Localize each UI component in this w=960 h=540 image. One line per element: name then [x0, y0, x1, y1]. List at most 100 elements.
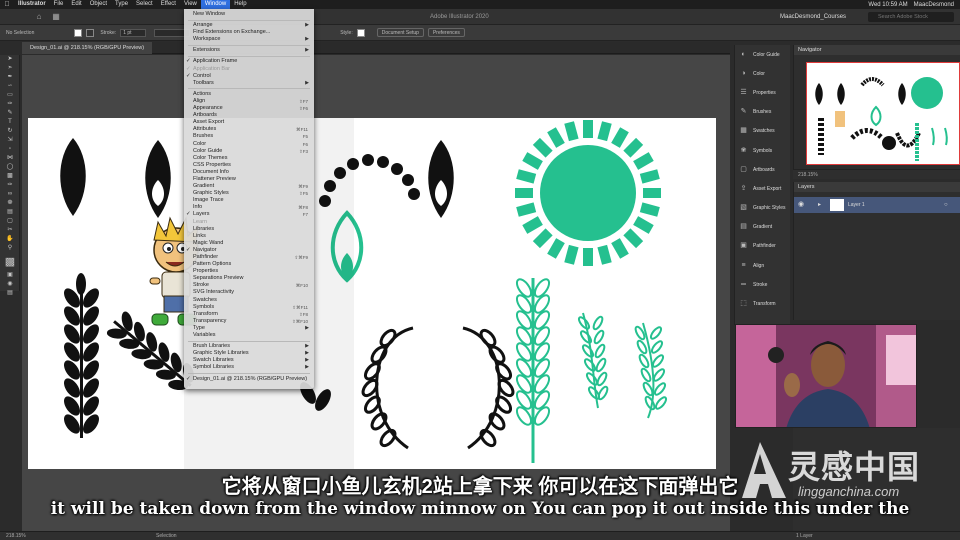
fill-swatch[interactable] — [74, 28, 83, 37]
menu-help[interactable]: Help — [230, 0, 250, 9]
window-menu-item-libraries[interactable]: Libraries — [184, 226, 314, 233]
window-menu-item-brush-libraries[interactable]: Brush Libraries ▶ — [184, 343, 314, 350]
window-menu-item-separations-preview[interactable]: Separations Preview — [184, 275, 314, 282]
window-menu-item-brushes[interactable]: Brushes F5 — [184, 133, 314, 140]
artboard-tool-icon[interactable]: ▢ — [0, 217, 20, 226]
window-menu-item-image-trace[interactable]: Image Trace — [184, 197, 314, 204]
menu-window[interactable]: Window — [200, 0, 231, 9]
eraser-tool-icon[interactable]: ▫ — [0, 145, 20, 154]
color-mode-icon[interactable]: ▣ — [0, 271, 20, 280]
window-menu-item-color-themes[interactable]: Color Themes — [184, 155, 314, 162]
window-menu-item-swatches[interactable]: Swatches — [184, 297, 314, 304]
document-tab[interactable]: Design_01.ai @ 218.15% (RGB/GPU Preview) — [22, 42, 153, 54]
window-menu-item-color[interactable]: Color F6 — [184, 141, 314, 148]
window-menu-item-navigator[interactable]: Navigator — [184, 247, 314, 254]
rectangle-tool-icon[interactable]: ▭ — [0, 91, 20, 100]
window-menu-item-find-extensions-on-exchange[interactable]: Find Extensions on Exchange... — [184, 29, 314, 36]
window-menu-item-css-properties[interactable]: CSS Properties — [184, 162, 314, 169]
preferences-button[interactable]: Preferences — [427, 28, 465, 37]
slice-tool-icon[interactable]: ✂ — [0, 226, 20, 235]
window-menu-item-extensions[interactable]: Extensions ▶ — [184, 47, 314, 54]
window-menu-item-properties[interactable]: Properties — [184, 268, 314, 275]
window-menu-item-variables[interactable]: Variables — [184, 332, 314, 339]
draw-mode-icon[interactable]: ◉ — [0, 280, 20, 289]
menu-type[interactable]: Type — [111, 0, 132, 9]
style-swatch[interactable] — [356, 28, 365, 37]
curvature-tool-icon[interactable]: ∽ — [0, 82, 20, 91]
window-menu-item-application-frame[interactable]: Application Frame — [184, 58, 314, 65]
dock-item-swatches[interactable]: ▦ Swatches — [735, 122, 790, 141]
window-menu-item-links[interactable]: Links — [184, 233, 314, 240]
dock-item-color[interactable]: ◑ Color — [735, 64, 790, 83]
dock-item-pathfinder[interactable]: ▣ Pathfinder — [735, 237, 790, 256]
type-tool-icon[interactable]: T — [0, 118, 20, 127]
stock-search-input[interactable]: Search Adobe Stock — [868, 12, 954, 22]
dock-item-stroke[interactable]: ═ Stroke — [735, 275, 790, 294]
window-menu-item-graphic-style-libraries[interactable]: Graphic Style Libraries ▶ — [184, 350, 314, 357]
user-name[interactable]: MaacDesmond — [914, 2, 954, 8]
window-menu-item-control[interactable]: Control — [184, 73, 314, 80]
artboard[interactable] — [28, 118, 716, 469]
menu-edit[interactable]: Edit — [67, 0, 85, 9]
dock-item-brushes[interactable]: ✎ Brushes — [735, 103, 790, 122]
shape-builder-tool-icon[interactable]: ◯ — [0, 163, 20, 172]
direct-selection-tool-icon[interactable]: ➣ — [0, 64, 20, 73]
rotate-tool-icon[interactable]: ↻ — [0, 127, 20, 136]
arrange-documents-icon[interactable]: ▦ — [48, 12, 64, 21]
scale-tool-icon[interactable]: ⇲ — [0, 136, 20, 145]
dock-item-gradient[interactable]: ▤ Gradient — [735, 218, 790, 237]
window-menu-item-color-guide[interactable]: Color Guide ⇧F3 — [184, 148, 314, 155]
window-menu-item-graphic-styles[interactable]: Graphic Styles ⇧F5 — [184, 190, 314, 197]
dock-item-color-guide[interactable]: ◐ Color Guide — [735, 45, 790, 64]
dock-item-artboards[interactable]: ▢ Artboards — [735, 160, 790, 179]
window-menu-item-workspace[interactable]: Workspace ▶ — [184, 36, 314, 43]
blend-tool-icon[interactable]: ∞ — [0, 190, 20, 199]
window-menu-item-swatch-libraries[interactable]: Swatch Libraries ▶ — [184, 357, 314, 364]
window-menu-item-magic-wand[interactable]: Magic Wand — [184, 240, 314, 247]
window-menu-item-flattener-preview[interactable]: Flattener Preview — [184, 176, 314, 183]
pen-tool-icon[interactable]: ✒ — [0, 73, 20, 82]
dock-item-properties[interactable]: ☰ Properties — [735, 83, 790, 102]
selection-tool-icon[interactable]: ➤ — [0, 55, 20, 64]
fill-stroke-icon[interactable]: ▩ — [0, 253, 20, 271]
clock[interactable]: Wed 10:59 AM — [868, 2, 907, 8]
screen-mode-icon[interactable]: ▤ — [0, 289, 20, 298]
menu-select[interactable]: Select — [132, 0, 157, 9]
stroke-weight-field[interactable]: 1 pt — [120, 28, 147, 37]
dock-item-transform[interactable]: ⬚ Transform — [735, 294, 790, 313]
menu-file[interactable]: File — [50, 0, 68, 9]
window-menu-item-appearance[interactable]: Appearance ⇧F6 — [184, 105, 314, 112]
window-menu-item-design-01-ai-218-15-rgb-gpu-preview[interactable]: Design_01.ai @ 218.15% (RGB/GPU Preview) — [184, 376, 314, 383]
window-menu-item-arrange[interactable]: Arrange ▶ — [184, 22, 314, 29]
dock-item-graphic-styles[interactable]: ▧ Graphic Styles — [735, 199, 790, 218]
dock-item-align[interactable]: ≡ Align — [735, 256, 790, 275]
menu-illustrator[interactable]: Illustrator — [14, 0, 50, 9]
home-icon[interactable]: ⌂ — [30, 12, 48, 21]
window-menu-item-transparency[interactable]: Transparency ⇧⌘F10 — [184, 318, 314, 325]
window-menu-item-new-window[interactable]: New Window — [184, 11, 314, 18]
eye-icon[interactable]: ◉ — [798, 197, 804, 213]
window-menu-item-symbol-libraries[interactable]: Symbol Libraries ▶ — [184, 364, 314, 371]
window-menu-item-svg-interactivity[interactable]: SVG Interactivity — [184, 289, 314, 296]
zoom-level[interactable]: 218.15% — [6, 532, 26, 540]
navigator-zoom[interactable]: 218.15% — [793, 169, 960, 179]
expand-arrow-icon[interactable]: ▸ — [818, 197, 821, 213]
window-menu-item-symbols[interactable]: Symbols ⇧⌘F11 — [184, 304, 314, 311]
window-menu-item-pathfinder[interactable]: Pathfinder ⇧⌘F9 — [184, 254, 314, 261]
dock-item-asset-export[interactable]: ⇪ Asset Export — [735, 179, 790, 198]
width-tool-icon[interactable]: ⋈ — [0, 154, 20, 163]
menu-object[interactable]: Object — [86, 0, 111, 9]
stroke-swatch[interactable] — [86, 28, 95, 37]
menu-view[interactable]: View — [180, 0, 201, 9]
dock-item-symbols[interactable]: ❀ Symbols — [735, 141, 790, 160]
target-icon[interactable]: ○ — [944, 197, 948, 213]
window-menu-item-info[interactable]: Info ⌘F8 — [184, 204, 314, 211]
layer-row[interactable]: ◉ ▸ Layer 1 ○ — [794, 197, 960, 213]
window-menu-item-layers[interactable]: Layers F7 — [184, 211, 314, 218]
window-menu-item-transform[interactable]: Transform ⇧F8 — [184, 311, 314, 318]
menu-effect[interactable]: Effect — [157, 0, 180, 9]
document-setup-button[interactable]: Document Setup — [376, 28, 424, 37]
layer-name[interactable]: Layer 1 — [848, 197, 865, 213]
canvas-area[interactable] — [22, 55, 730, 531]
pencil-tool-icon[interactable]: ✎ — [0, 109, 20, 118]
